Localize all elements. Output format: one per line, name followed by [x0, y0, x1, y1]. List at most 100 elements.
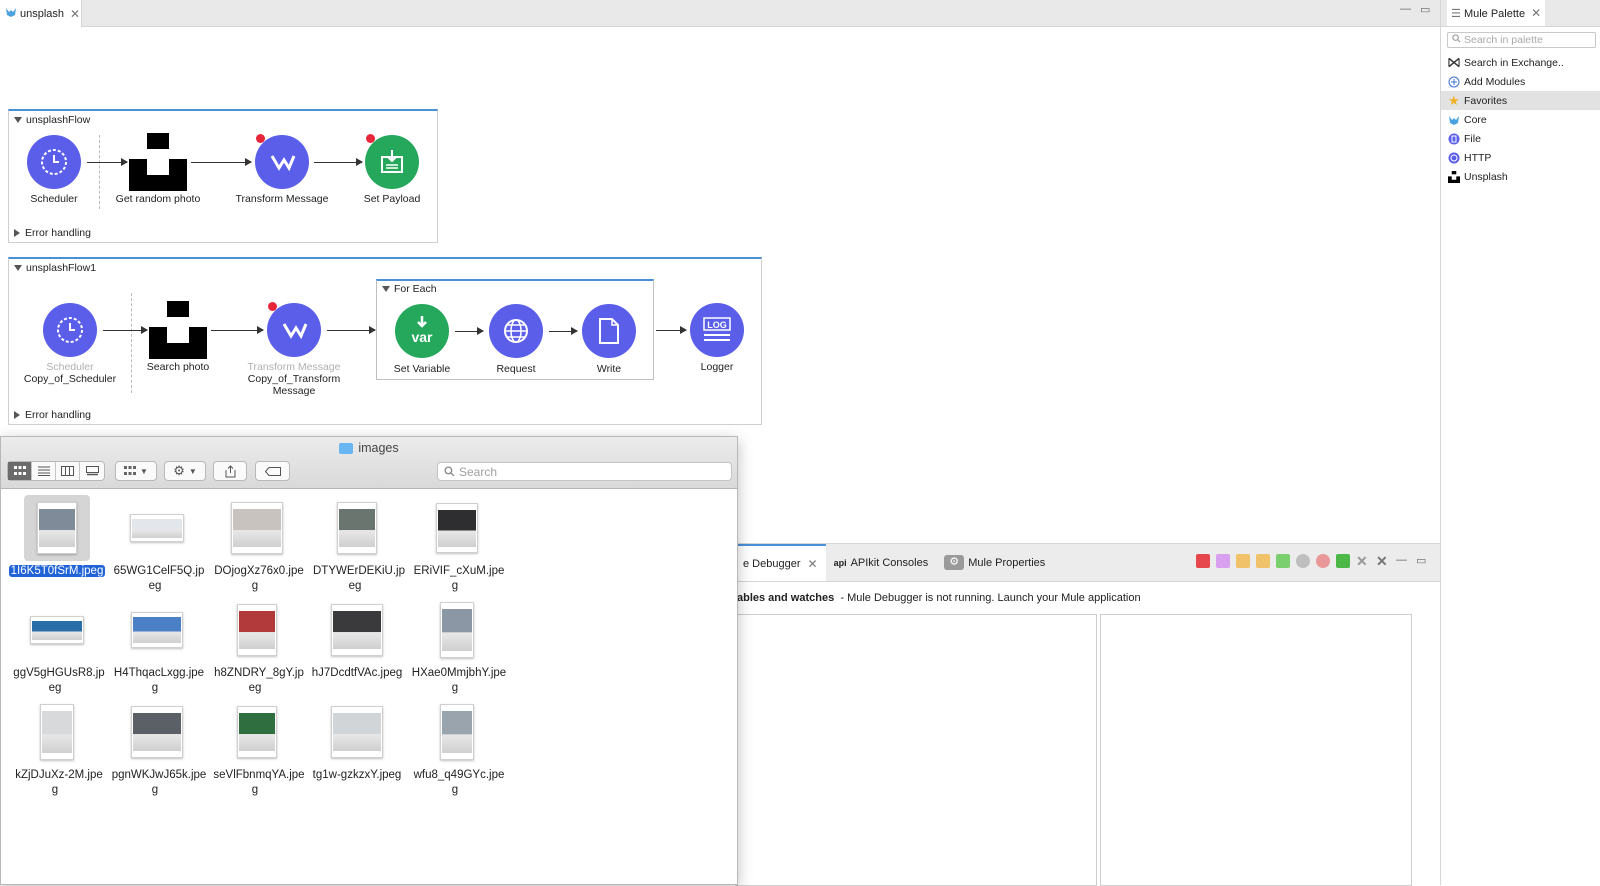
- collapse-icon[interactable]: [382, 286, 390, 292]
- tag-button[interactable]: [255, 461, 290, 481]
- file-thumbnail[interactable]: [424, 699, 490, 765]
- step-into-icon[interactable]: [1256, 554, 1270, 568]
- file-item[interactable]: ggV5gHGUsR8.jpeg: [7, 597, 107, 696]
- finder-search-input[interactable]: Search: [437, 462, 732, 481]
- unsplash-node[interactable]: [149, 301, 207, 359]
- file-item[interactable]: tg1w-gzkzxY.jpeg: [307, 699, 407, 783]
- file-name: HXae0MmjbhY.jpeg: [411, 667, 507, 694]
- file-item[interactable]: 65WG1CelF5Q.jpeg: [107, 495, 207, 594]
- file-thumbnail[interactable]: [424, 597, 490, 663]
- file-thumbnail[interactable]: [224, 495, 290, 561]
- maximize-icon[interactable]: ▭: [1420, 3, 1430, 16]
- file-item[interactable]: HXae0MmjbhY.jpeg: [407, 597, 507, 696]
- palette-tab[interactable]: ☰ Mule Palette ✕: [1447, 0, 1546, 26]
- palette-item-unsplash[interactable]: Unsplash: [1441, 167, 1600, 186]
- file-thumbnail[interactable]: [224, 699, 290, 765]
- file-item[interactable]: 1I6K5T0fSrM.jpeg: [7, 495, 107, 579]
- collapse-icon[interactable]: [14, 265, 22, 271]
- set-payload-node[interactable]: [365, 135, 419, 189]
- watches-pane[interactable]: [1100, 614, 1412, 886]
- file-thumbnail[interactable]: [124, 699, 190, 765]
- file-thumbnail[interactable]: [24, 699, 90, 765]
- palette-item-add-modules[interactable]: Add Modules: [1441, 72, 1600, 91]
- file-thumbnail[interactable]: [24, 597, 90, 663]
- scheduler-node[interactable]: [27, 135, 81, 189]
- remove-all-icon[interactable]: ✕: [1376, 554, 1390, 568]
- file-thumbnail[interactable]: [124, 495, 190, 561]
- minimize-icon[interactable]: —: [1400, 3, 1411, 15]
- node-name: Copy_of_Scheduler: [23, 373, 117, 385]
- error-handling-toggle[interactable]: Error handling: [14, 227, 91, 239]
- file-item[interactable]: hJ7DcdtfVAc.jpeg: [307, 597, 407, 681]
- resume-icon[interactable]: [1276, 554, 1290, 568]
- flow-title[interactable]: unsplashFlow1: [14, 262, 96, 274]
- file-thumbnail[interactable]: [324, 699, 390, 765]
- file-thumbnail[interactable]: [124, 597, 190, 663]
- flow-title[interactable]: unsplashFlow: [14, 114, 90, 126]
- error-handling-label: Error handling: [25, 409, 91, 421]
- close-icon[interactable]: ✕: [70, 7, 80, 21]
- file-item[interactable]: kZjDJuXz-2M.jpeg: [7, 699, 107, 798]
- file-thumbnail[interactable]: [324, 597, 390, 663]
- file-thumbnail[interactable]: [324, 495, 390, 561]
- flow-unsplashFlow1[interactable]: unsplashFlow1 Scheduler Copy_of_Schedule…: [8, 257, 762, 425]
- palette-item-core[interactable]: Core: [1441, 110, 1600, 129]
- file-item[interactable]: ERiVIF_cXuM.jpeg: [407, 495, 507, 594]
- file-item[interactable]: h8ZNDRY_8gY.jpeg: [207, 597, 307, 696]
- transform-message-node[interactable]: [267, 303, 321, 357]
- timer-icon[interactable]: [1316, 554, 1330, 568]
- action-button[interactable]: ⚙ ▼: [164, 461, 206, 481]
- file-item[interactable]: DOjogXz76x0.jpeg: [207, 495, 307, 594]
- write-node[interactable]: [582, 304, 636, 358]
- palette-search-input[interactable]: Search in palette: [1447, 32, 1596, 48]
- file-thumbnail[interactable]: [424, 495, 490, 561]
- flow-unsplashFlow[interactable]: unsplashFlow Scheduler Get random photo: [8, 109, 438, 243]
- tab-mule-properties[interactable]: ⚙ Mule Properties: [936, 544, 1053, 581]
- file-thumbnail[interactable]: [24, 495, 90, 561]
- node-sublabel: Scheduler: [46, 361, 94, 373]
- logger-node[interactable]: LOG: [690, 303, 744, 357]
- for-each-scope[interactable]: For Each var Set Variable Request Write: [376, 279, 654, 380]
- file-item[interactable]: DTYWErDEKiU.jpeg: [307, 495, 407, 594]
- evaluate-icon[interactable]: [1216, 554, 1230, 568]
- scope-title[interactable]: For Each: [382, 283, 437, 295]
- minimize-icon[interactable]: —: [1396, 554, 1410, 568]
- editor-tab-unsplash[interactable]: unsplash ✕: [0, 0, 82, 27]
- set-variable-node[interactable]: var: [395, 304, 449, 358]
- unsplash-node[interactable]: [129, 133, 187, 191]
- request-node[interactable]: [489, 304, 543, 358]
- palette-item-search-in-exchange[interactable]: Search in Exchange..: [1441, 53, 1600, 72]
- icon-view-button[interactable]: [8, 462, 32, 480]
- scheduler-node[interactable]: [43, 303, 97, 357]
- file-thumbnail[interactable]: [224, 597, 290, 663]
- add-icon[interactable]: [1336, 554, 1350, 568]
- file-item[interactable]: seVlFbnmqYA.jpeg: [207, 699, 307, 798]
- variables-pane[interactable]: [735, 614, 1097, 886]
- column-view-button[interactable]: [56, 462, 80, 480]
- file-item[interactable]: pgnWKJwJ65k.jpeg: [107, 699, 207, 798]
- group-by-button[interactable]: ▼: [115, 461, 157, 481]
- mule-icon: [1448, 114, 1460, 126]
- palette-item-http[interactable]: HTTP: [1441, 148, 1600, 167]
- error-handling-toggle[interactable]: Error handling: [14, 409, 91, 421]
- gallery-view-button[interactable]: [80, 462, 104, 480]
- stop-icon[interactable]: [1196, 554, 1210, 568]
- collapse-icon[interactable]: [14, 117, 22, 123]
- transform-message-node[interactable]: [255, 135, 309, 189]
- list-view-button[interactable]: [32, 462, 56, 480]
- tab-apikit-consoles[interactable]: api APIkit Consoles: [826, 544, 937, 581]
- close-icon[interactable]: ✕: [1531, 6, 1541, 20]
- palette-item-favorites[interactable]: ★ Favorites: [1441, 91, 1600, 110]
- tab-mule-debugger[interactable]: e Debugger ✕: [735, 544, 826, 581]
- file-item[interactable]: wfu8_q49GYc.jpeg: [407, 699, 507, 798]
- maximize-icon[interactable]: ▭: [1416, 554, 1430, 568]
- file-item[interactable]: H4ThqacLxgg.jpeg: [107, 597, 207, 696]
- palette-tab-bar: ☰ Mule Palette ✕: [1441, 0, 1600, 27]
- palette-item-file[interactable]: File: [1441, 129, 1600, 148]
- remove-icon[interactable]: ✕: [1356, 554, 1370, 568]
- clock-icon[interactable]: [1296, 554, 1310, 568]
- step-over-icon[interactable]: [1236, 554, 1250, 568]
- debugger-status: ables and watches - Mule Debugger is not…: [735, 582, 1440, 614]
- close-icon[interactable]: ✕: [808, 557, 818, 571]
- share-button[interactable]: [213, 461, 247, 481]
